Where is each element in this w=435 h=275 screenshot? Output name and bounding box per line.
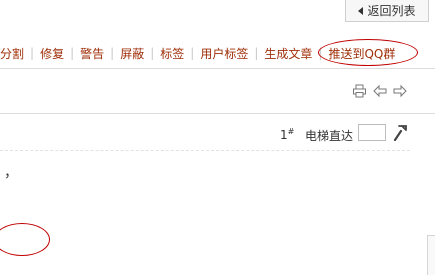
separator: | [318,46,323,60]
warn-link[interactable]: 警告 [80,45,104,62]
separator: | [254,46,259,60]
separator: | [30,46,35,60]
tag-link[interactable]: 标签 [160,45,184,62]
user-tag-link[interactable]: 用户标签 [200,45,248,62]
prev-thread-icon[interactable] [373,84,387,98]
annotation-oval [0,223,50,256]
post-body-text: ， [4,165,18,181]
back-to-list-button[interactable]: 返回列表 [345,0,429,22]
next-thread-icon[interactable] [393,84,407,98]
moderation-bar: 分割 | 修复 | 警告 | 屏蔽 | 标签 | 用户标签 | 生成文章 | 推… [0,38,419,66]
thread-toolbar [352,84,407,98]
separator: | [110,46,115,60]
elevator-floor-input[interactable] [358,124,386,141]
elevator-go-icon[interactable] [392,123,408,144]
print-icon[interactable] [352,84,367,98]
split-link[interactable]: 分割 [0,45,24,62]
page: 返回列表 分割 | 修复 | 警告 | 屏蔽 | 标签 | 用户标签 | 生成文… [0,0,435,275]
side-panel-edge [427,235,435,275]
floor-number: 1# [280,127,295,142]
post-floor-row: 1# 电梯直达 [0,122,435,146]
left-triangle-icon [358,6,364,15]
push-to-qq-group-label: 推送到QQ群 [328,46,396,61]
separator: | [150,46,155,60]
repair-link[interactable]: 修复 [40,45,64,62]
back-to-list-label: 返回列表 [367,4,416,18]
separator: | [190,46,195,60]
block-link[interactable]: 屏蔽 [120,45,144,62]
elevator-label: 电梯直达 [305,129,354,143]
generate-article-link[interactable]: 生成文章 [264,45,312,62]
push-to-qq-group-link[interactable]: 推送到QQ群 [318,38,419,66]
divider [0,113,435,114]
divider [0,68,435,69]
separator: | [70,46,75,60]
post-divider [0,150,410,151]
